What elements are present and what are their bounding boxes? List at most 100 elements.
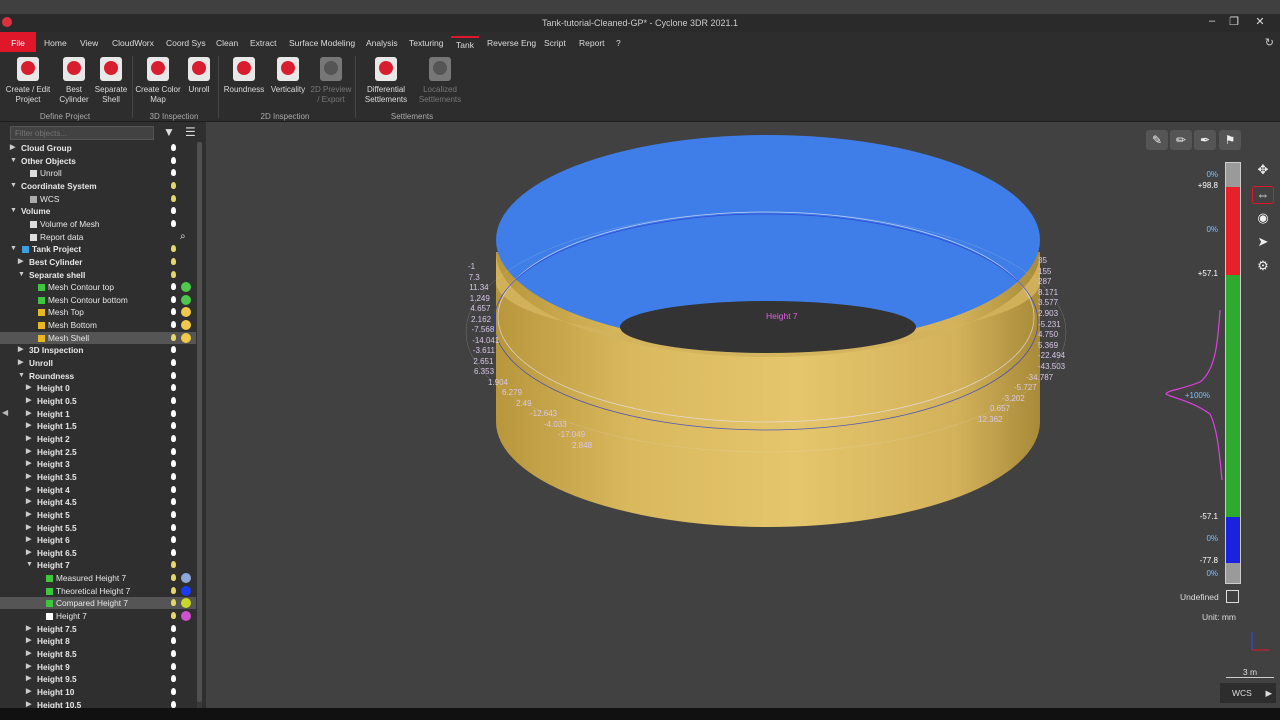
tree-node[interactable]: ▶ Best Cylinder <box>0 256 196 268</box>
visibility-bulb-icon[interactable] <box>171 144 176 151</box>
search-icon[interactable]: ⌕ <box>180 231 186 243</box>
menu-view[interactable]: View <box>80 38 98 48</box>
menu-surface-modeling[interactable]: Surface Modeling <box>289 38 355 48</box>
visibility-bulb-icon[interactable] <box>171 308 176 316</box>
coord-system-selector[interactable]: WCS ▶ <box>1220 683 1276 703</box>
filter-input[interactable] <box>10 126 154 140</box>
menu-cloudworx[interactable]: CloudWorx <box>112 38 154 48</box>
tree-node[interactable]: Measured Height 7 <box>0 572 196 584</box>
tree-node[interactable]: ▼ Coordinate System <box>0 180 196 192</box>
expand-arrow-icon[interactable]: ▶ <box>26 635 34 647</box>
tree-node[interactable]: Mesh Top <box>0 306 196 318</box>
color-swatch[interactable] <box>181 282 191 293</box>
visibility-bulb-icon[interactable] <box>171 561 176 569</box>
visibility-bulb-icon[interactable] <box>171 447 176 455</box>
tree-node[interactable]: ▼ Tank Project <box>0 243 196 255</box>
menu-analysis[interactable]: Analysis <box>366 38 398 48</box>
visibility-bulb-icon[interactable] <box>171 169 176 177</box>
expand-arrow-icon[interactable]: ▶ <box>26 471 34 483</box>
menu-extract[interactable]: Extract <box>250 38 276 48</box>
tree-node[interactable]: Height 7 <box>0 610 196 622</box>
expand-arrow-icon[interactable]: ▶ <box>26 395 34 407</box>
annotate-edit-icon[interactable]: ✒ <box>1194 130 1216 150</box>
visibility-bulb-icon[interactable] <box>171 321 176 329</box>
tree-node[interactable]: ▶ Height 4 <box>0 484 196 496</box>
expand-arrow-icon[interactable]: ▶ <box>10 142 18 154</box>
restore-icon[interactable]: ❐ <box>1224 15 1244 28</box>
visibility-bulb-icon[interactable] <box>171 460 176 468</box>
tree-node[interactable]: ▶ Height 9.5 <box>0 673 196 685</box>
menu-home[interactable]: Home <box>44 38 67 48</box>
scrollbar-thumb[interactable] <box>197 142 202 702</box>
visibility-bulb-icon[interactable] <box>171 270 176 278</box>
tree-node[interactable]: ▶ Height 1.5 <box>0 420 196 432</box>
visibility-bulb-icon[interactable] <box>171 700 176 708</box>
tree-node[interactable]: ▶ Unroll <box>0 357 196 369</box>
visibility-bulb-icon[interactable] <box>171 409 176 417</box>
visibility-bulb-icon[interactable] <box>171 612 176 620</box>
undefined-color-box[interactable] <box>1226 590 1239 603</box>
visibility-bulb-icon[interactable] <box>171 510 176 518</box>
tree-node[interactable]: ▶ Height 8 <box>0 635 196 647</box>
color-swatch[interactable] <box>181 320 191 331</box>
fit-range-icon[interactable]: ⇔ <box>1252 186 1274 204</box>
menu-reverse-eng[interactable]: Reverse Eng <box>487 38 536 48</box>
expand-arrow-icon[interactable]: ▶ <box>26 446 34 458</box>
pan-icon[interactable]: ✥ <box>1252 162 1274 180</box>
visibility-bulb-icon[interactable] <box>171 650 176 657</box>
filter-funnel-icon[interactable]: ▼ <box>163 125 175 139</box>
expand-arrow-icon[interactable]: ▶ <box>26 661 34 673</box>
visibility-bulb-icon[interactable] <box>171 523 176 531</box>
tree-node[interactable]: ▶ Height 10 <box>0 686 196 698</box>
visibility-bulb-icon[interactable] <box>171 599 176 607</box>
visibility-bulb-icon[interactable] <box>171 574 176 582</box>
collapse-arrow-icon[interactable]: ▼ <box>10 180 18 192</box>
tree-scrollbar[interactable] <box>197 142 202 720</box>
tree-node[interactable]: ▶ Height 6 <box>0 534 196 546</box>
expand-arrow-icon[interactable]: ▶ <box>26 408 34 420</box>
color-swatch[interactable] <box>181 585 191 596</box>
visibility-bulb-icon[interactable] <box>171 548 176 556</box>
tree-node[interactable]: ▶ Height 4.5 <box>0 496 196 508</box>
minimize-icon[interactable]: – <box>1202 15 1222 27</box>
create-edit-project-button[interactable]: Create / Edit Project <box>4 57 52 105</box>
tree-node[interactable]: ▶ Height 3.5 <box>0 471 196 483</box>
expand-arrow-icon[interactable]: ▶ <box>18 344 26 356</box>
tree-node[interactable]: Mesh Contour top <box>0 281 196 293</box>
visibility-bulb-icon[interactable] <box>171 624 176 632</box>
collapse-arrow-icon[interactable]: ▼ <box>10 155 18 167</box>
collapse-arrow-icon[interactable]: ▼ <box>26 559 34 571</box>
expand-arrow-icon[interactable]: ▶ <box>26 522 34 534</box>
visibility-bulb-icon[interactable] <box>171 194 176 202</box>
visibility-bulb-icon[interactable] <box>171 257 176 265</box>
collapse-arrow-icon[interactable]: ▼ <box>10 205 18 217</box>
visibility-bulb-icon[interactable] <box>171 333 176 341</box>
visibility-bulb-icon[interactable] <box>171 422 176 430</box>
visibility-bulb-icon[interactable] <box>171 245 176 253</box>
best-cylinder-button[interactable]: Best Cylinder <box>54 57 94 105</box>
collapse-panel-icon[interactable]: ◀ <box>2 408 8 417</box>
tree-node[interactable]: ▼ Separate shell <box>0 269 196 281</box>
menu-file[interactable]: File <box>0 32 36 52</box>
tree-node[interactable]: ▶ Height 3 <box>0 458 196 470</box>
visibility-bulb-icon[interactable] <box>171 295 176 303</box>
close-icon[interactable]: ✕ <box>1250 15 1270 28</box>
expand-arrow-icon[interactable]: ▶ <box>26 673 34 685</box>
tree-node[interactable]: ▶ Height 9 <box>0 661 196 673</box>
expand-arrow-icon[interactable]: ▶ <box>26 433 34 445</box>
menu-report[interactable]: Report <box>579 38 605 48</box>
expand-arrow-icon[interactable]: ▶ <box>26 623 34 635</box>
collapse-arrow-icon[interactable]: ▼ <box>18 269 26 281</box>
expand-arrow-icon[interactable]: ▶ <box>18 357 26 369</box>
visibility-bulb-icon[interactable] <box>171 498 176 506</box>
settings-icon[interactable]: ⚙ <box>1252 258 1274 276</box>
3d-viewport[interactable]: Height 7 -1 7.3 11.34 1.249 4.657 2.162 -7.568… <box>206 122 1280 708</box>
tree-node[interactable]: ▼ Other Objects <box>0 155 196 167</box>
color-swatch[interactable] <box>181 598 191 609</box>
collapse-arrow-icon[interactable]: ▼ <box>18 370 26 382</box>
expand-arrow-icon[interactable]: ▶ <box>26 420 34 432</box>
tree-node[interactable]: Volume of Mesh <box>0 218 196 230</box>
menu-script[interactable]: Script <box>544 38 566 48</box>
visibility-bulb-icon[interactable] <box>171 485 176 493</box>
visibility-bulb-icon[interactable] <box>171 283 176 291</box>
